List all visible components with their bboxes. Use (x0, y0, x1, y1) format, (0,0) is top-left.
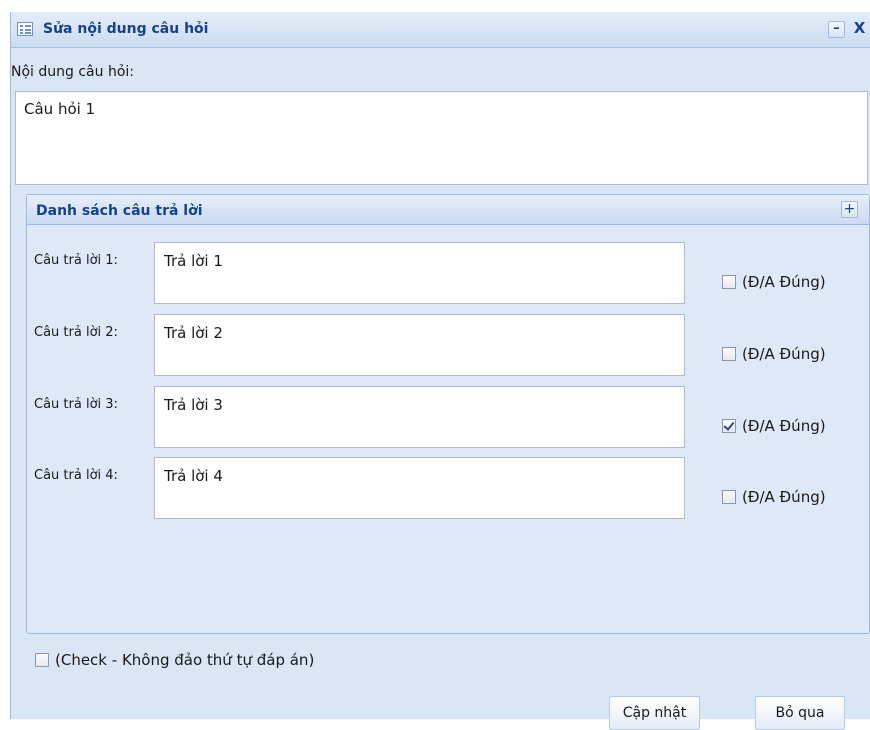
answer-2-correct-label: (Đ/A Đúng) (742, 345, 826, 363)
answer-1-textarea[interactable]: Trả lời 1 (154, 242, 685, 304)
question-label: Nội dung câu hỏi: (11, 64, 134, 80)
answers-panel-header: Danh sách câu trả lời + (27, 195, 869, 225)
form-icon (17, 22, 33, 36)
edit-question-window: Sửa nội dung câu hỏi – X Nội dung câu hỏ… (10, 12, 870, 719)
answers-panel: Danh sách câu trả lời + Câu trả lời 1: T… (26, 194, 870, 634)
answer-1-correct-label: (Đ/A Đúng) (742, 273, 826, 291)
update-button[interactable]: Cập nhật (609, 696, 700, 730)
cancel-button[interactable]: Bỏ qua (755, 696, 845, 730)
plus-icon[interactable]: + (841, 201, 858, 218)
answer-1-correct[interactable]: (Đ/A Đúng) (722, 273, 826, 291)
answer-3-correct[interactable]: (Đ/A Đúng) (722, 417, 826, 435)
answer-2-correct[interactable]: (Đ/A Đúng) (722, 345, 826, 363)
checkbox-icon[interactable] (722, 419, 736, 433)
answers-panel-title: Danh sách câu trả lời (36, 203, 203, 219)
answer-2-label: Câu trả lời 2: (34, 325, 118, 340)
answer-4-correct-label: (Đ/A Đúng) (742, 488, 826, 506)
answer-3-correct-label: (Đ/A Đúng) (742, 417, 826, 435)
answer-3-label: Câu trả lời 3: (34, 397, 118, 412)
checkbox-icon[interactable] (722, 490, 736, 504)
answer-4-label: Câu trả lời 4: (34, 468, 118, 483)
window-titlebar[interactable]: Sửa nội dung câu hỏi – X (11, 12, 870, 48)
checkbox-icon[interactable] (35, 653, 49, 667)
answer-1-label: Câu trả lời 1: (34, 253, 118, 268)
minimize-icon[interactable]: – (828, 21, 845, 38)
question-textarea[interactable]: Câu hỏi 1 (15, 91, 868, 185)
checkbox-icon[interactable] (722, 275, 736, 289)
window-title: Sửa nội dung câu hỏi (43, 21, 209, 37)
answer-4-correct[interactable]: (Đ/A Đúng) (722, 488, 826, 506)
answer-2-textarea[interactable]: Trả lời 2 (154, 314, 685, 376)
no-shuffle-label: (Check - Không đảo thứ tự đáp án) (55, 651, 315, 669)
answer-4-textarea[interactable]: Trả lời 4 (154, 457, 685, 519)
no-shuffle-option[interactable]: (Check - Không đảo thứ tự đáp án) (35, 651, 314, 669)
checkbox-icon[interactable] (722, 347, 736, 361)
answer-3-textarea[interactable]: Trả lời 3 (154, 386, 685, 448)
close-icon[interactable]: X (851, 21, 868, 38)
